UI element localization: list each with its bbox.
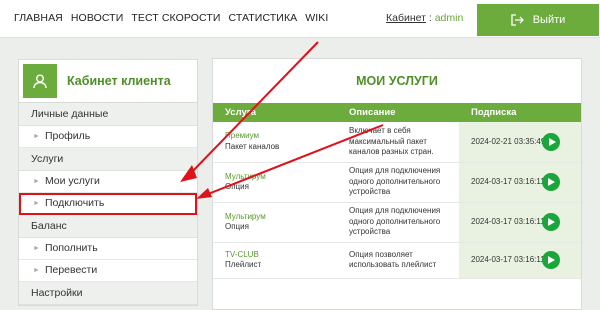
arrow-head-2 [196, 188, 212, 199]
arrow-head-1 [180, 165, 197, 182]
annotation-arrows [180, 41, 384, 199]
arrow-line-2 [202, 124, 384, 197]
